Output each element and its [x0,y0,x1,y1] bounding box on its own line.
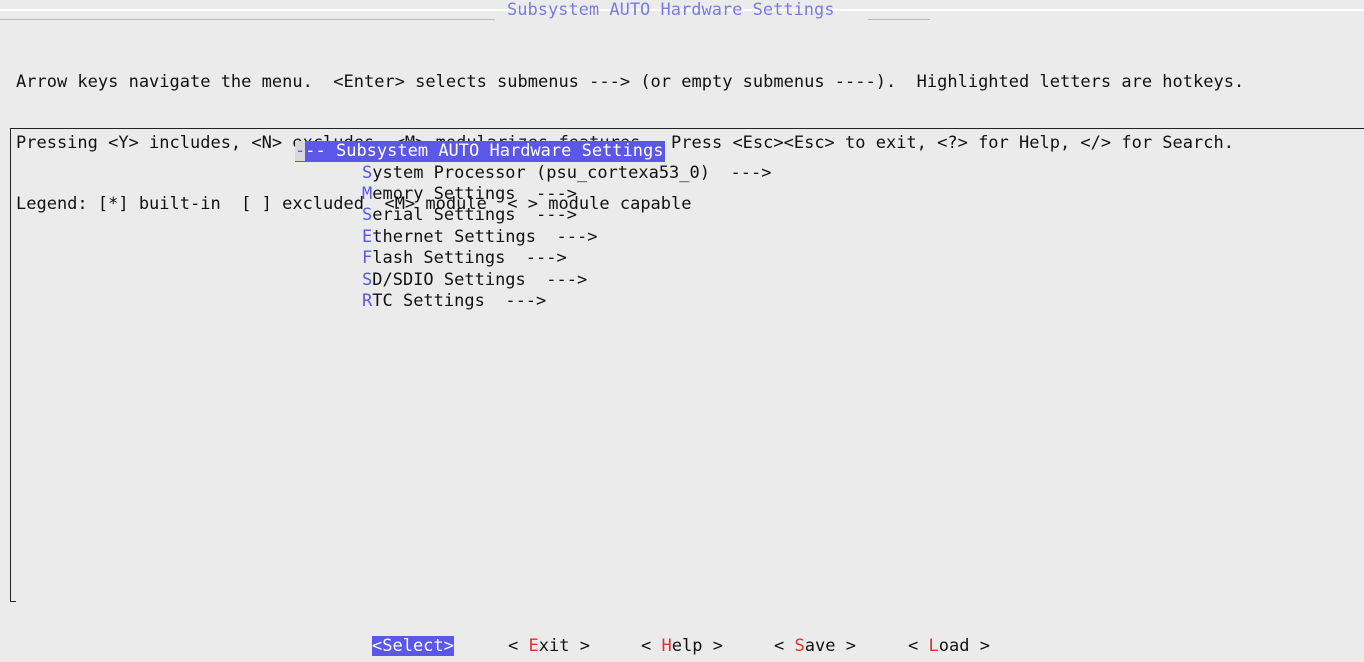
hotkey-letter: S [362,205,373,225]
menu-item-label: erial Settings [372,205,516,225]
menu-item-label: ystem Processor (psu_cortexa53_0) [372,163,711,183]
save-button[interactable]: < Save > [774,636,856,656]
hotkey-letter: S [362,163,373,183]
menu-item-sdsdio-settings[interactable]: SD/SDIO Settings ---> [362,270,587,291]
hotkey-letter: E [528,636,539,656]
menu-border-bottom [10,601,16,602]
menu-box [10,128,1364,602]
hotkey-letter: E [362,227,373,247]
menu-item-subsystem-header[interactable]: --- Subsystem AUTO Hardware Settings [295,141,666,162]
menu-item-flash-settings[interactable]: Flash Settings ---> [362,248,567,269]
exit-button[interactable]: < Exit > [508,636,590,656]
submenu-arrow: ---> [505,291,547,311]
menu-item-memory-settings[interactable]: Memory Settings ---> [362,184,577,205]
button-bar: <Select> < Exit > < Help > < Save > < Lo… [0,622,1364,662]
help-button[interactable]: < Help > [641,636,723,656]
menu-item-label: TC Settings [372,291,485,311]
select-button[interactable]: <Select> [372,636,454,656]
menu-item-label: lash Settings [372,248,506,268]
menu-item-system-processor[interactable]: System Processor (psu_cortexa53_0) ---> [362,163,771,184]
submenu-arrow: ---> [556,227,598,247]
dialog-title: Subsystem AUTO Hardware Settings [507,0,835,20]
submenu-arrow: ---> [525,248,567,268]
header-label: Subsystem AUTO Hardware Settings [335,141,664,161]
title-rule-left [0,19,495,20]
submenu-arrow: ---> [536,205,577,225]
terminal-screen: Subsystem AUTO Hardware Settings Arrow k… [0,0,1364,662]
title-rule-right [868,19,930,20]
menuconfig-dialog: Subsystem AUTO Hardware Settings Arrow k… [0,0,1364,662]
hotkey-letter: L [928,636,939,656]
submenu-arrow: ---> [536,184,577,204]
hotkey-letter: M [362,184,373,204]
menu-item-serial-settings[interactable]: Serial Settings ---> [362,205,577,226]
menu-item-ethernet-settings[interactable]: Ethernet Settings ---> [362,227,597,248]
hotkey-letter: H [661,636,672,656]
hotkey-letter: S [794,636,805,656]
header-dashes: -- [305,141,336,161]
help-line-navigation: Arrow keys navigate the menu. <Enter> se… [16,72,1245,92]
menu-item-label: emory Settings [372,184,516,204]
menu-item-label: D/SDIO Settings [372,270,526,290]
hotkey-letter: F [362,248,373,268]
hotkey-letter: S [362,270,373,290]
menu-item-label: thernet Settings [372,227,537,247]
menu-border-left [10,128,11,602]
menu-border-top [10,128,1364,129]
cursor-marker: - [295,141,306,161]
submenu-arrow: ---> [730,163,772,183]
submenu-arrow: ---> [546,270,588,290]
menu-item-rtc-settings[interactable]: RTC Settings ---> [362,291,546,312]
hotkey-letter: R [362,291,373,311]
load-button[interactable]: < Load > [908,636,990,656]
